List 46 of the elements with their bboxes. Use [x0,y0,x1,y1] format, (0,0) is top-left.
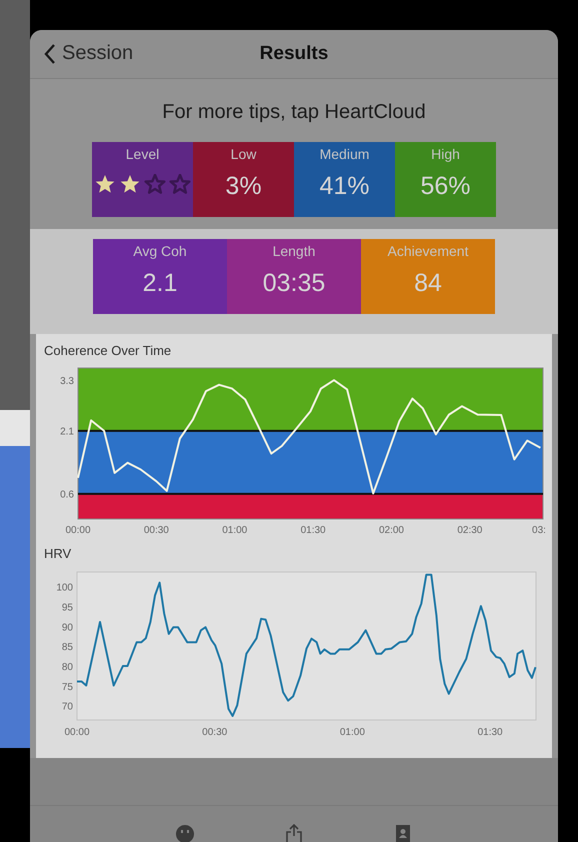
axis-label: 100 [56,582,73,594]
empty-star-icon [169,174,191,194]
card-label: Low [230,146,256,162]
back-button[interactable]: Session [44,42,134,65]
screen-title: Results [260,43,328,65]
card-value: 2.1 [142,269,178,298]
card-label: Length [272,243,316,259]
axis-label: 2.1 [60,426,74,438]
card-value: 56% [420,172,471,201]
filled-star-icon [119,174,141,194]
axis-label: 02:00 [378,525,404,536]
smiley-icon[interactable] [174,824,195,842]
tip-text: For more tips, tap HeartCloud [162,101,426,124]
card-label: Avg Coh [133,243,187,259]
axis-label: 01:30 [300,525,326,536]
axis-label: 00:30 [144,525,169,536]
axis-label: 01:00 [340,727,365,738]
card-value: 84 [414,269,442,298]
card-value: 41% [319,172,370,201]
axis-label: 90 [62,622,73,634]
card-label: High [431,146,460,162]
axis-label: 80 [62,662,73,673]
axis-label: 70 [62,702,73,713]
axis-label: 00:30 [202,727,228,738]
filled-star-icon [94,174,116,194]
axis-label: 85 [62,642,73,654]
card-label: Achievement [388,243,468,259]
axis-label: 0.6 [60,489,74,500]
card-value: 3% [225,172,262,201]
chart-title: Coherence Over Time [43,342,172,360]
chart-title: HRV [43,545,72,563]
empty-star-icon [144,174,166,194]
card-value: 03:35 [262,269,326,298]
axis-label: 01:00 [222,525,248,536]
axis-label: 00:00 [65,525,91,536]
share-icon[interactable] [284,824,304,842]
axis-label: 02:30 [457,525,482,536]
axis-label: 00:00 [64,727,90,738]
axis-label: 95 [62,602,73,614]
card-label: Level [126,146,160,162]
axis-label: 01:30 [478,727,503,738]
card-label: Medium [320,146,370,162]
axis-label: 3.3 [60,376,74,388]
chevron-icon [44,42,56,64]
axis-label: 75 [62,682,73,693]
axis-label: 03: [532,525,546,536]
